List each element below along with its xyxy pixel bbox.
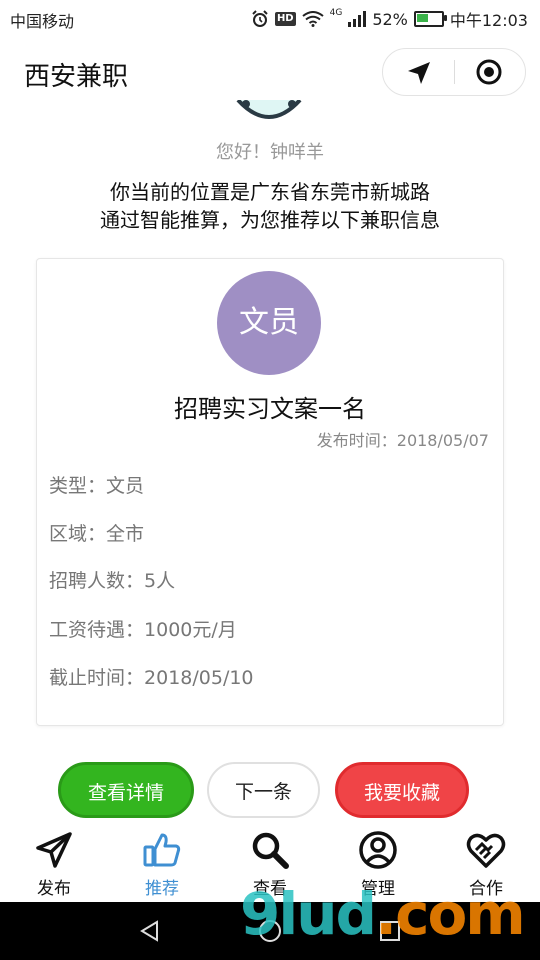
send-icon bbox=[36, 832, 72, 868]
tab-label: 推荐 bbox=[145, 879, 179, 899]
tab-publish[interactable]: 发布 bbox=[0, 826, 108, 902]
carrier-name: 中国移动 bbox=[10, 12, 75, 31]
user-avatar bbox=[236, 100, 302, 119]
search-icon bbox=[252, 832, 289, 869]
status-icons: HD 4G 52% 中午12:03 bbox=[251, 7, 528, 31]
user-circle-icon bbox=[359, 831, 397, 869]
recommend-line: 通过智能推算，为您推荐以下兼职信息 bbox=[100, 208, 440, 232]
detail-label: 招聘人数： bbox=[49, 570, 145, 592]
clock: 中午12:03 bbox=[449, 11, 528, 30]
detail-label: 类型： bbox=[49, 475, 107, 497]
detail-deadline: 截止时间：2018/05/10 bbox=[49, 663, 254, 690]
detail-label: 区域： bbox=[49, 523, 107, 545]
publish-time: 发布时间：2018/05/07 bbox=[316, 431, 489, 450]
watermark-suffix: .com bbox=[375, 880, 526, 948]
handshake-icon bbox=[466, 833, 506, 868]
watermark-brand: 9lud bbox=[240, 880, 377, 948]
job-title: 招聘实习文案一名 bbox=[174, 395, 366, 423]
status-bar: 中国移动 HD 4G 52% 中午12:03 bbox=[0, 0, 540, 36]
miniprogram-capsule bbox=[382, 48, 526, 96]
job-category-badge: 文员 bbox=[217, 271, 321, 375]
tab-recommend[interactable]: 推荐 bbox=[108, 826, 216, 902]
site-watermark: 9lud.com bbox=[240, 880, 526, 948]
location-arrow-icon[interactable] bbox=[405, 59, 433, 87]
thumbs-up-icon bbox=[143, 833, 181, 867]
detail-label: 工资待遇： bbox=[49, 619, 145, 641]
greeting-text: 您好！钟咩羊 bbox=[216, 142, 324, 163]
detail-value: 2018/05/10 bbox=[144, 667, 254, 689]
tab-label: 发布 bbox=[37, 879, 71, 899]
detail-headcount: 招聘人数：5人 bbox=[49, 566, 175, 593]
battery-icon bbox=[413, 11, 447, 27]
app-screen: 中国移动 HD 4G 52% 中午12:03 西安兼职 您好！钟咩羊 你当前的位… bbox=[0, 0, 540, 960]
location-info: 你当前的位置是广东省东莞市新城路 通过智能推算，为您推荐以下兼职信息 bbox=[0, 178, 540, 234]
detail-value: 5人 bbox=[144, 570, 176, 592]
detail-salary: 工资待遇：1000元/月 bbox=[49, 615, 237, 642]
next-button[interactable]: 下一条 bbox=[207, 762, 320, 818]
network-type: 4G bbox=[329, 8, 343, 18]
favorite-button[interactable]: 我要收藏 bbox=[335, 762, 469, 818]
battery-percent: 52% bbox=[372, 9, 408, 29]
detail-value: 1000元/月 bbox=[144, 619, 237, 641]
page-title: 西安兼职 bbox=[24, 62, 129, 92]
location-line: 你当前的位置是广东省东莞市新城路 bbox=[110, 180, 430, 204]
hd-badge: HD bbox=[274, 12, 296, 26]
back-icon[interactable] bbox=[138, 919, 162, 943]
signal-icon bbox=[348, 11, 367, 27]
view-detail-button[interactable]: 查看详情 bbox=[58, 762, 194, 818]
job-card[interactable]: 文员 招聘实习文案一名 发布时间：2018/05/07 类型：文员 区域：全市 … bbox=[36, 258, 504, 726]
detail-area: 区域：全市 bbox=[49, 519, 144, 546]
detail-label: 截止时间： bbox=[49, 667, 145, 689]
capsule-divider bbox=[454, 60, 455, 84]
detail-type: 类型：文员 bbox=[49, 471, 144, 498]
detail-value: 全市 bbox=[106, 523, 145, 545]
alarm-icon bbox=[252, 10, 268, 27]
detail-value: 文员 bbox=[106, 475, 145, 497]
wifi-icon bbox=[301, 11, 324, 27]
close-target-icon[interactable] bbox=[475, 58, 503, 86]
